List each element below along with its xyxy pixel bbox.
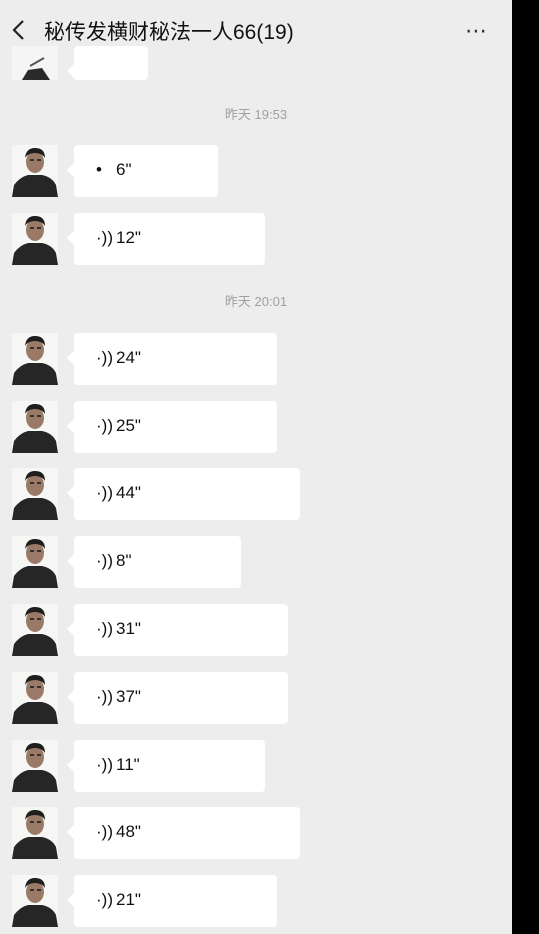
avatar[interactable] (12, 468, 58, 520)
voice-wave-icon: ·)) (96, 687, 113, 706)
voice-wave-icon: ·)) (96, 822, 113, 841)
voice-duration: 31" (116, 619, 141, 638)
voice-duration: 37" (116, 687, 141, 706)
chat-screen: 秘传发横财秘法一人66(19) ⋯ 昨天 19:53 • 6" ·)) 12" 昨天 … (0, 0, 512, 934)
avatar[interactable] (12, 401, 58, 453)
voice-bubble[interactable]: ·)) 11" (67, 740, 265, 792)
voice-wave-icon: ·)) (96, 228, 113, 247)
voice-bubble[interactable]: ·)) 24" (67, 333, 277, 385)
voice-bubble[interactable]: ·)) 48" (67, 807, 300, 859)
voice-bubble[interactable]: • 6" (67, 145, 218, 197)
voice-bubble[interactable]: ·)) 8" (67, 536, 241, 588)
voice-bubble[interactable]: ·)) 12" (67, 213, 265, 265)
voice-bubble[interactable]: ·)) 44" (67, 468, 300, 520)
message-bubble[interactable] (67, 46, 148, 80)
voice-duration: 12" (116, 228, 141, 247)
voice-duration: 24" (116, 348, 141, 367)
voice-wave-icon: ·)) (96, 416, 113, 435)
avatar[interactable] (12, 536, 58, 588)
voice-wave-icon: • (96, 160, 102, 179)
avatar[interactable] (12, 46, 58, 80)
avatar[interactable] (12, 672, 58, 724)
avatar[interactable] (12, 145, 58, 197)
voice-duration: 11" (116, 755, 140, 774)
voice-wave-icon: ·)) (96, 551, 113, 570)
voice-duration: 48" (116, 822, 141, 841)
voice-bubble[interactable]: ·)) 31" (67, 604, 288, 656)
avatar[interactable] (12, 604, 58, 656)
voice-bubble[interactable]: ·)) 37" (67, 672, 288, 724)
timestamp: 昨天 20:01 (224, 294, 288, 309)
timestamp: 昨天 19:53 (224, 107, 288, 122)
voice-wave-icon: ·)) (96, 483, 113, 502)
voice-duration: 6" (116, 160, 132, 179)
voice-bubble[interactable]: ·)) 21" (67, 875, 277, 927)
chat-title: 秘传发横财秘法一人66(19) (44, 21, 294, 44)
voice-duration: 25" (116, 416, 141, 435)
avatar[interactable] (12, 740, 58, 792)
voice-wave-icon: ·)) (96, 348, 113, 367)
voice-duration: 44" (116, 483, 141, 502)
back-icon[interactable] (10, 16, 30, 44)
avatar[interactable] (12, 333, 58, 385)
voice-wave-icon: ·)) (96, 755, 113, 774)
voice-duration: 8" (116, 551, 132, 570)
voice-bubble[interactable]: ·)) 25" (67, 401, 277, 453)
more-options-icon[interactable]: ⋯ (465, 18, 488, 44)
voice-duration: 21" (116, 890, 141, 909)
avatar[interactable] (12, 213, 58, 265)
avatar[interactable] (12, 875, 58, 927)
voice-wave-icon: ·)) (96, 619, 113, 638)
avatar[interactable] (12, 807, 58, 859)
voice-wave-icon: ·)) (96, 890, 113, 909)
